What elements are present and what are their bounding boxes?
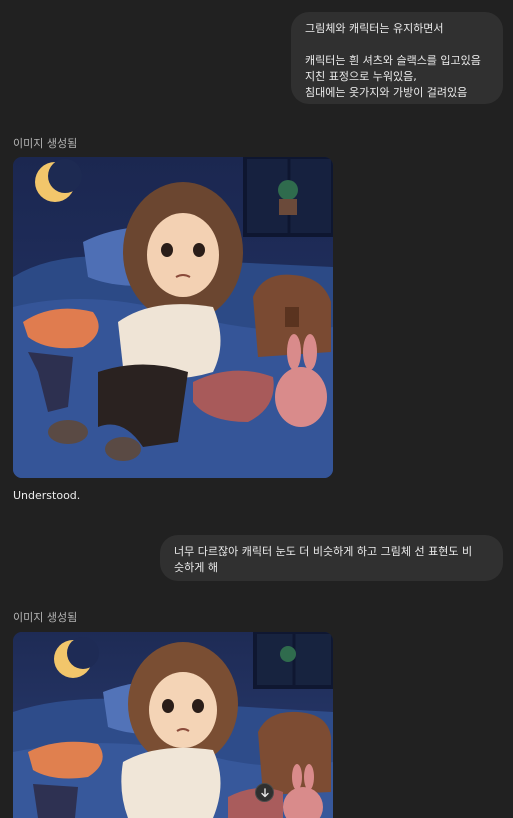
user-message-bubble: 너무 다르잖아 캐릭터 눈도 더 비슷하게 하고 그림체 선 표현도 비 슷하게… bbox=[160, 535, 503, 581]
scroll-down-button[interactable] bbox=[255, 783, 274, 802]
bedroom-illustration bbox=[13, 157, 333, 478]
arrow-down-icon bbox=[260, 787, 269, 797]
user-message-bubble: 그림체와 캐릭터는 유지하면서 캐릭터는 흰 셔츠와 슬랙스를 입고있음 지친 … bbox=[291, 12, 503, 104]
message-line: 지친 표정으로 누워있음, bbox=[305, 70, 417, 83]
image-generated-label: 이미지 생성됨 bbox=[13, 611, 78, 624]
image-generated-label: 이미지 생성됨 bbox=[13, 137, 78, 150]
assistant-reply-text: Understood. bbox=[13, 489, 81, 502]
chat-page: 그림체와 캐릭터는 유지하면서 캐릭터는 흰 셔츠와 슬랙스를 입고있음 지친 … bbox=[0, 0, 513, 818]
message-line: 그림체와 캐릭터는 유지하면서 bbox=[305, 22, 444, 35]
message-line: 침대에는 옷가지와 가방이 걸려있음 bbox=[305, 86, 468, 99]
message-line: 슷하게 해 bbox=[174, 561, 218, 574]
generated-image[interactable] bbox=[13, 632, 333, 818]
message-line: 너무 다르잖아 캐릭터 눈도 더 비슷하게 하고 그림체 선 표현도 비 bbox=[174, 545, 473, 558]
generated-image[interactable] bbox=[13, 157, 333, 478]
bedroom-illustration bbox=[13, 632, 333, 818]
message-line: 캐릭터는 흰 셔츠와 슬랙스를 입고있음 bbox=[305, 54, 481, 67]
